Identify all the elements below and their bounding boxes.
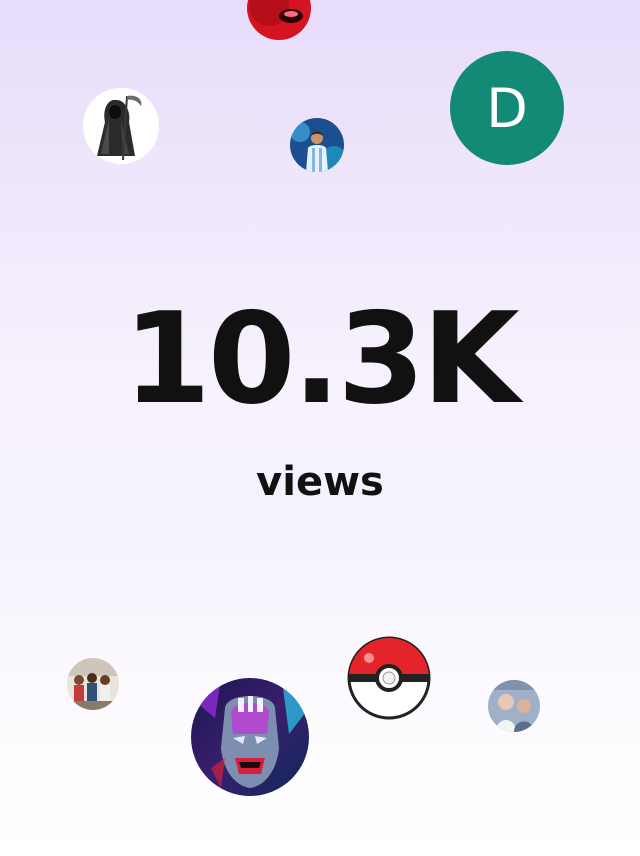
view-count: 10.3K bbox=[123, 285, 520, 432]
avatar-letter-d[interactable]: D bbox=[450, 51, 564, 165]
avatar-family-photo[interactable] bbox=[488, 680, 540, 732]
family-photo-image bbox=[488, 680, 540, 732]
avatar-group-photo[interactable] bbox=[67, 658, 119, 710]
grim-reaper-image bbox=[83, 88, 159, 164]
avatar-pokeball[interactable] bbox=[347, 636, 431, 720]
avatar-red-mouth[interactable] bbox=[247, 0, 311, 40]
pokeball-icon bbox=[347, 636, 431, 720]
avatar-soccer-player[interactable] bbox=[290, 118, 344, 172]
soccer-player-image bbox=[290, 118, 344, 172]
avatar-grim-reaper[interactable] bbox=[83, 88, 159, 164]
cyber-warrior-image bbox=[191, 678, 309, 796]
group-photo-image bbox=[67, 658, 119, 710]
view-count-label: views bbox=[256, 459, 384, 505]
avatar-letter: D bbox=[486, 76, 528, 140]
avatar-cyber-warrior[interactable] bbox=[191, 678, 309, 796]
red-face-image bbox=[247, 0, 311, 40]
